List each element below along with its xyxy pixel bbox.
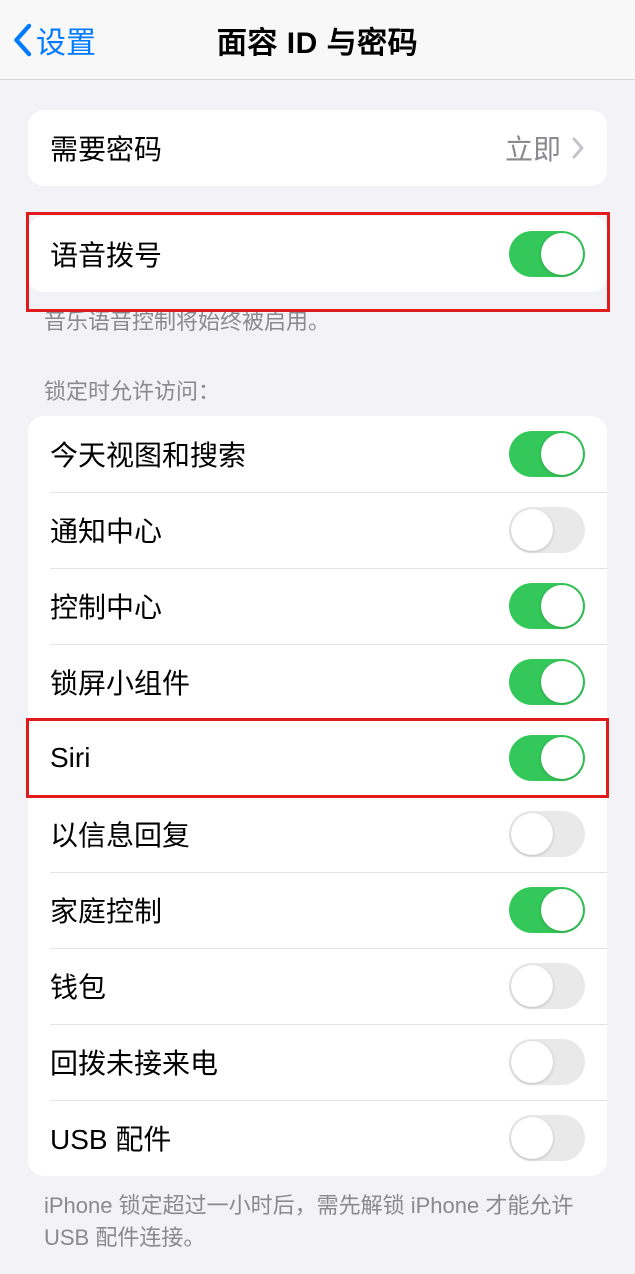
locked-access-row: 控制中心 [28,568,607,644]
locked-access-toggle[interactable] [509,963,585,1009]
locked-access-label: 今天视图和搜索 [50,434,509,474]
voice-dial-row: 语音拨号 [28,216,607,292]
content: 需要密码 立即 语音拨号 音乐语音控制将始终被启用。 锁定时允许访问： 今天视图… [0,110,635,1274]
voice-dial-toggle[interactable] [509,231,585,277]
locked-access-toggle[interactable] [509,507,585,553]
locked-access-toggle[interactable] [509,583,585,629]
locked-access-header: 锁定时允许访问： [44,374,591,406]
voice-dial-label: 语音拨号 [50,234,509,274]
voice-dial-group: 语音拨号 [28,216,607,292]
chevron-left-icon [12,23,32,57]
navbar: 设置 面容 ID 与密码 [0,0,635,80]
back-label: 设置 [36,18,96,62]
voice-dial-footer: 音乐语音控制将始终被启用。 [44,306,591,338]
locked-access-row: 通知中心 [28,492,607,568]
locked-access-row: 今天视图和搜索 [28,416,607,492]
locked-access-row: 锁屏小组件 [28,644,607,720]
locked-access-label: 通知中心 [50,510,509,550]
require-passcode-row[interactable]: 需要密码 立即 [28,110,607,186]
require-passcode-label: 需要密码 [50,128,505,168]
back-button[interactable]: 设置 [0,18,96,62]
locked-access-toggle[interactable] [509,887,585,933]
locked-access-label: Siri [50,742,509,774]
require-passcode-value: 立即 [505,128,561,168]
chevron-right-icon [571,136,585,160]
page-title: 面容 ID 与密码 [217,18,418,62]
locked-access-row: 以信息回复 [28,796,607,872]
locked-access-row: USB 配件 [28,1100,607,1176]
locked-access-toggle[interactable] [509,735,585,781]
locked-access-toggle[interactable] [509,811,585,857]
locked-access-label: 回拨未接来电 [50,1042,509,1082]
locked-access-toggle[interactable] [509,431,585,477]
locked-access-label: 锁屏小组件 [50,662,509,702]
locked-access-row: 家庭控制 [28,872,607,948]
locked-access-label: 以信息回复 [50,814,509,854]
locked-access-toggle[interactable] [509,1039,585,1085]
locked-access-toggle[interactable] [509,659,585,705]
require-passcode-group: 需要密码 立即 [28,110,607,186]
locked-access-footer: iPhone 锁定超过一小时后，需先解锁 iPhone 才能允许USB 配件连接… [44,1190,591,1254]
locked-access-label: 家庭控制 [50,890,509,930]
locked-access-group: 今天视图和搜索通知中心控制中心锁屏小组件 Siri 以信息回复家庭控制钱包回拨未接来… [28,416,607,1176]
locked-access-row: 钱包 [28,948,607,1024]
locked-access-row: Siri [28,720,607,796]
locked-access-toggle[interactable] [509,1115,585,1161]
locked-access-row: 回拨未接来电 [28,1024,607,1100]
locked-access-label: 控制中心 [50,586,509,626]
locked-access-label: USB 配件 [50,1118,509,1158]
locked-access-label: 钱包 [50,966,509,1006]
